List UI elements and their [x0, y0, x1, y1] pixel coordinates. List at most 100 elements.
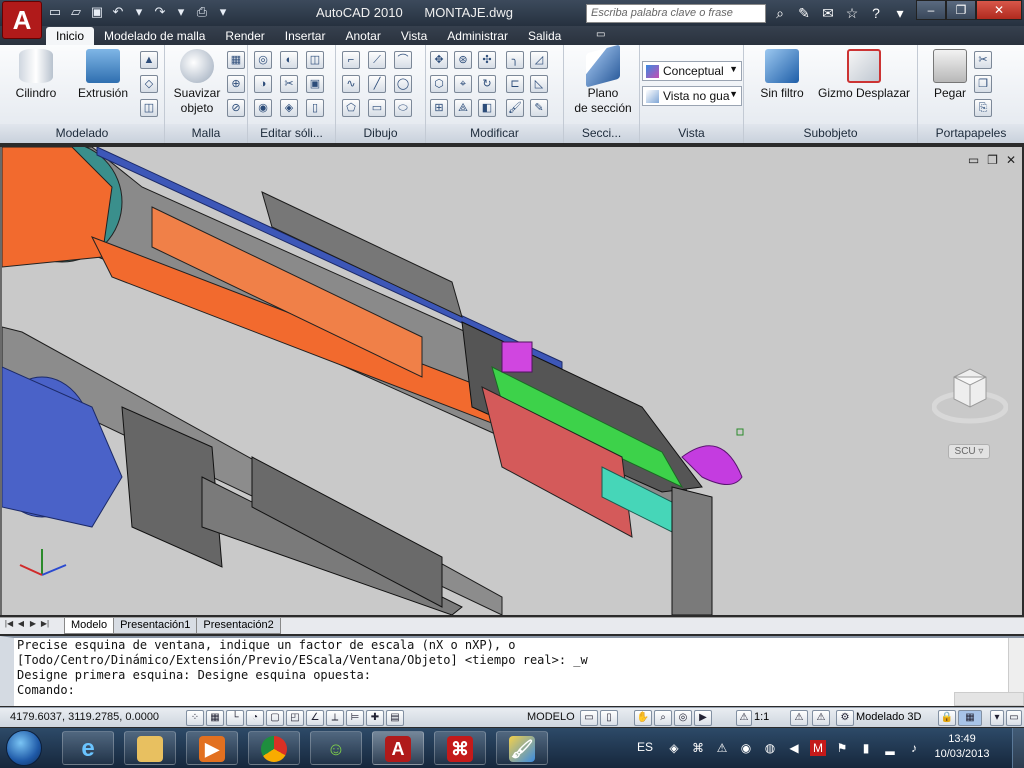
viewport-minimize-icon[interactable]: ▭	[968, 153, 979, 167]
move-icon[interactable]: ✣	[478, 51, 496, 69]
section-plane-button[interactable]: Plano de sección	[570, 44, 636, 116]
shell-icon[interactable]: ◫	[306, 51, 324, 69]
qat-customize-icon[interactable]: ▾	[214, 3, 232, 21]
offset-icon[interactable]: ⊏	[506, 75, 524, 93]
first-layout-icon[interactable]: |◀	[4, 619, 14, 632]
tab-vista[interactable]: Vista	[391, 27, 437, 45]
steeringwheel-icon[interactable]: ◎	[674, 710, 692, 726]
volume-warning-icon[interactable]: ◀	[786, 740, 802, 756]
help-dropdown-icon[interactable]: ▾	[890, 3, 910, 23]
spline-icon[interactable]: ∿	[342, 75, 360, 93]
tab-modelado-malla[interactable]: Modelado de malla	[94, 27, 215, 45]
intersect-icon[interactable]: ◉	[254, 99, 272, 117]
line-icon[interactable]: ╱	[368, 75, 386, 93]
mesh-add-icon[interactable]: ⊕	[227, 75, 245, 93]
speaker-icon[interactable]: ♪	[906, 740, 922, 756]
undo-icon[interactable]: ↶	[109, 3, 127, 21]
tab-administrar[interactable]: Administrar	[437, 27, 518, 45]
command-hscrollbar[interactable]	[954, 692, 1024, 706]
close-button[interactable]: ✕	[976, 0, 1022, 20]
polygon-icon[interactable]: ⬠	[342, 99, 360, 117]
match-properties-icon[interactable]: 🖌	[506, 99, 524, 117]
view-combo[interactable]: Vista no gua ▼	[642, 86, 742, 106]
network-tray-icon[interactable]: ⚠	[714, 740, 730, 756]
power-tray-icon[interactable]: ▮	[858, 740, 874, 756]
showmotion-icon[interactable]: ▶	[694, 710, 712, 726]
star-icon[interactable]: ☆	[842, 3, 862, 23]
ortho-icon[interactable]: └	[226, 710, 244, 726]
erase-icon[interactable]: ✎	[530, 99, 548, 117]
mesh-box-icon[interactable]: ▦	[227, 51, 245, 69]
drawing-viewport[interactable]: ▭ ❐ ✕ SCU ▿	[0, 147, 1022, 615]
presspull-icon[interactable]: ▲	[140, 51, 158, 69]
tab-inicio[interactable]: Inicio	[46, 27, 95, 45]
subtract-icon[interactable]: ◑	[254, 75, 272, 93]
fillet-icon[interactable]: ╮	[506, 51, 524, 69]
coordinates-readout[interactable]: 4179.6037, 3119.2785, 0.0000	[10, 711, 159, 723]
nvidia-tray-icon[interactable]: ◈	[666, 740, 682, 756]
update-tray-icon[interactable]: ◉	[738, 740, 754, 756]
ribbon-minimize-icon[interactable]: ▭	[596, 29, 610, 41]
last-layout-icon[interactable]: ▶|	[40, 619, 50, 632]
3d-mirror-icon[interactable]: ⌖	[454, 75, 472, 93]
communication-icon[interactable]: ✉	[818, 3, 838, 23]
circle-icon[interactable]: ◯	[394, 75, 412, 93]
shield-tray-icon[interactable]: ◍	[762, 740, 778, 756]
show-desktop-button[interactable]	[1012, 728, 1024, 768]
mesh-remove-icon[interactable]: ⊘	[227, 99, 245, 117]
tab-presentacion1[interactable]: Presentación1	[113, 618, 198, 634]
new-file-icon[interactable]: ▭	[46, 3, 64, 21]
maximize-button[interactable]: ❐	[946, 0, 976, 20]
rectangle-icon[interactable]: ▭	[368, 99, 386, 117]
union-icon[interactable]: ◎	[254, 51, 272, 69]
next-layout-icon[interactable]: ▶	[28, 619, 38, 632]
ducs-icon[interactable]: ⟂	[326, 710, 344, 726]
tools-icon[interactable]: ✎	[794, 3, 814, 23]
panel-title-seccion[interactable]: Secci...	[564, 124, 639, 143]
dyn-icon[interactable]: ⊨	[346, 710, 364, 726]
taskbar-ie[interactable]: e	[62, 731, 114, 765]
panel-title-modelado[interactable]: Modelado	[0, 124, 164, 143]
quick-view-layouts-icon[interactable]: ▭	[580, 710, 598, 726]
visual-style-combo[interactable]: Conceptual ▼	[642, 61, 742, 81]
zoom-icon[interactable]: ⌕	[654, 710, 672, 726]
taskbar-chrome[interactable]	[248, 731, 300, 765]
separate-icon[interactable]: ▣	[306, 75, 324, 93]
3d-osnap-icon[interactable]: ◰	[286, 710, 304, 726]
taskbar-media-player[interactable]: ▶	[186, 731, 238, 765]
cut-icon[interactable]: ✂	[974, 51, 992, 69]
help-icon[interactable]: ?	[866, 3, 886, 23]
rotate-icon[interactable]: ↻	[478, 75, 496, 93]
move-gizmo-button[interactable]: Gizmo Desplazar	[814, 49, 914, 101]
lock-icon[interactable]: 🔒	[938, 710, 956, 726]
3d-array-icon[interactable]: ⊞	[430, 99, 448, 117]
antivirus-tray-icon[interactable]: M	[810, 740, 826, 756]
acrobat-tray-icon[interactable]: ⌘	[690, 740, 706, 756]
open-folder-icon[interactable]: ▱	[67, 3, 85, 21]
quick-view-drawings-icon[interactable]: ▯	[600, 710, 618, 726]
prev-layout-icon[interactable]: ◀	[16, 619, 26, 632]
pan-icon[interactable]: ✋	[634, 710, 652, 726]
3d-polyline-icon[interactable]: ⟋	[368, 51, 386, 69]
panel-title-vista[interactable]: Vista	[640, 124, 743, 143]
extract-edges-icon[interactable]: ◐	[280, 51, 298, 69]
wifi-tray-icon[interactable]: ▂	[882, 740, 898, 756]
workspace-switch[interactable]: Modelado 3D	[856, 711, 921, 723]
imprint-icon[interactable]: ▯	[306, 99, 324, 117]
clock[interactable]: 13:49 10/03/2013	[930, 732, 994, 762]
loft-icon[interactable]: ◇	[140, 75, 158, 93]
taskbar-messenger[interactable]: ☺	[310, 731, 362, 765]
application-menu-button[interactable]: A	[2, 1, 42, 39]
polyline-icon[interactable]: ⌐	[342, 51, 360, 69]
otrack-icon[interactable]: ∠	[306, 710, 324, 726]
save-icon[interactable]: ▣	[88, 3, 106, 21]
chamfer-icon[interactable]: ◿	[530, 51, 548, 69]
extrude-button[interactable]: Extrusión	[72, 49, 134, 101]
start-button[interactable]	[6, 730, 42, 766]
taskbar-autocad[interactable]: A	[372, 731, 424, 765]
viewport-restore-icon[interactable]: ❐	[987, 153, 998, 167]
no-filter-button[interactable]: Sin filtro	[750, 49, 814, 101]
annotation-scale-icon[interactable]: ⚠	[736, 710, 752, 726]
model-space-toggle[interactable]: MODELO	[527, 711, 575, 723]
workspace-gear-icon[interactable]: ⚙	[836, 710, 854, 726]
